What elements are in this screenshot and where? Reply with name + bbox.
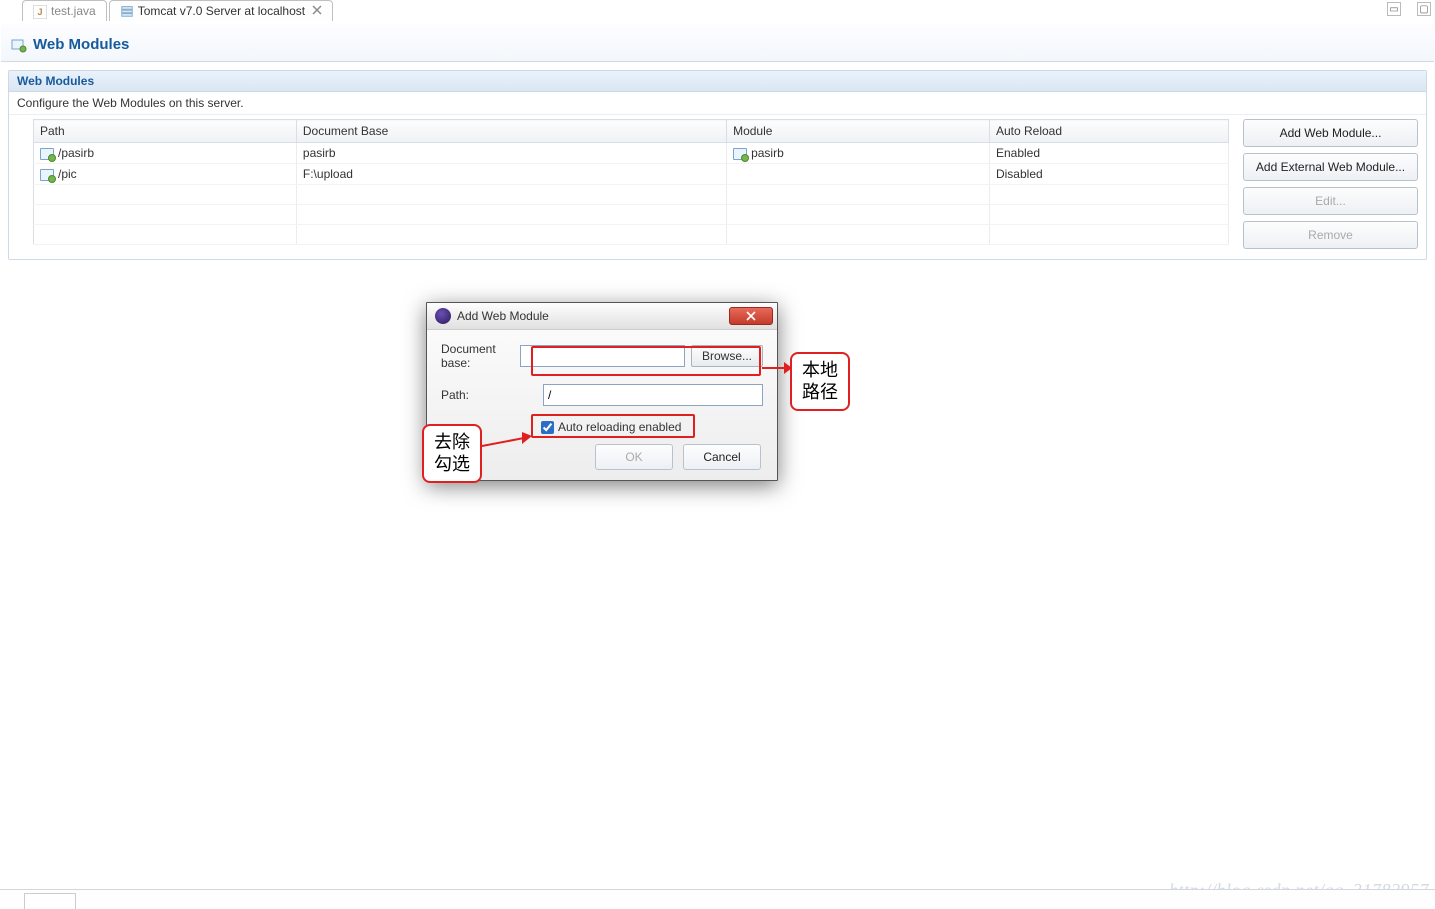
close-icon[interactable] (312, 4, 322, 18)
col-reload[interactable]: Auto Reload (989, 120, 1228, 143)
col-docbase[interactable]: Document Base (296, 120, 726, 143)
web-app-icon (733, 148, 747, 160)
document-base-label: Document base: (441, 342, 514, 370)
path-input[interactable] (543, 384, 763, 406)
document-base-input[interactable] (520, 345, 685, 367)
tab-label: test.java (51, 4, 96, 18)
dialog-close-button[interactable] (729, 307, 773, 325)
java-file-icon (33, 4, 47, 18)
bottom-tab-stub[interactable] (24, 893, 76, 909)
table-row[interactable]: /pic F:\upload Disabled (34, 164, 1229, 185)
bottom-tab-area (0, 889, 1435, 909)
server-icon (120, 4, 134, 18)
page-header: Web Modules (1, 24, 1434, 62)
web-app-icon (40, 169, 54, 181)
col-module[interactable]: Module (727, 120, 990, 143)
dialog-titlebar[interactable]: Add Web Module (427, 303, 777, 330)
edit-button[interactable]: Edit... (1243, 187, 1418, 215)
cancel-button[interactable]: Cancel (683, 444, 761, 470)
cell-reload: Disabled (989, 164, 1228, 185)
cell-docbase: pasirb (296, 143, 726, 164)
add-web-module-button[interactable]: Add Web Module... (1243, 119, 1418, 147)
eclipse-icon (435, 308, 451, 324)
web-modules-table[interactable]: Path Document Base Module Auto Reload /p… (33, 119, 1229, 245)
section-subtitle: Configure the Web Modules on this server… (9, 92, 1426, 115)
dialog-title: Add Web Module (457, 309, 549, 323)
tab-label: Tomcat v7.0 Server at localhost (138, 4, 305, 18)
callout-local-path: 本地 路径 (790, 352, 850, 411)
action-buttons: Add Web Module... Add External Web Modul… (1243, 119, 1418, 249)
table-row[interactable]: /pasirb pasirb pasirb Enabled (34, 143, 1229, 164)
tab-test-java[interactable]: test.java (22, 0, 107, 21)
table-row-empty (34, 225, 1229, 245)
web-app-icon (40, 148, 54, 160)
cell-path: /pasirb (58, 146, 94, 160)
editor-tabs-bar: test.java Tomcat v7.0 Server at localhos… (0, 0, 1435, 22)
add-external-web-module-button[interactable]: Add External Web Module... (1243, 153, 1418, 181)
page-title: Web Modules (33, 36, 129, 53)
cell-docbase: F:\upload (296, 164, 726, 185)
cell-reload: Enabled (989, 143, 1228, 164)
auto-reload-checkbox[interactable] (541, 421, 554, 434)
col-path[interactable]: Path (34, 120, 297, 143)
remove-button[interactable]: Remove (1243, 221, 1418, 249)
minimize-view-icon[interactable]: ▭ (1387, 2, 1401, 16)
table-row-empty (34, 205, 1229, 225)
maximize-view-icon[interactable]: ▢ (1417, 2, 1431, 16)
callout-uncheck: 去除 勾选 (422, 424, 482, 483)
web-module-icon (11, 37, 27, 53)
browse-button[interactable]: Browse... (691, 345, 763, 367)
path-label: Path: (441, 388, 537, 402)
view-controls: ▭ ▢ (1387, 2, 1431, 16)
table-row-empty (34, 185, 1229, 205)
cell-module: pasirb (751, 146, 784, 160)
auto-reload-label: Auto reloading enabled (558, 420, 681, 434)
section-title: Web Modules (9, 71, 1426, 92)
ok-button[interactable]: OK (595, 444, 673, 470)
cell-module (727, 164, 990, 185)
web-modules-section: Web Modules Configure the Web Modules on… (8, 70, 1427, 260)
tab-tomcat-server[interactable]: Tomcat v7.0 Server at localhost (109, 0, 333, 21)
cell-path: /pic (58, 167, 77, 181)
